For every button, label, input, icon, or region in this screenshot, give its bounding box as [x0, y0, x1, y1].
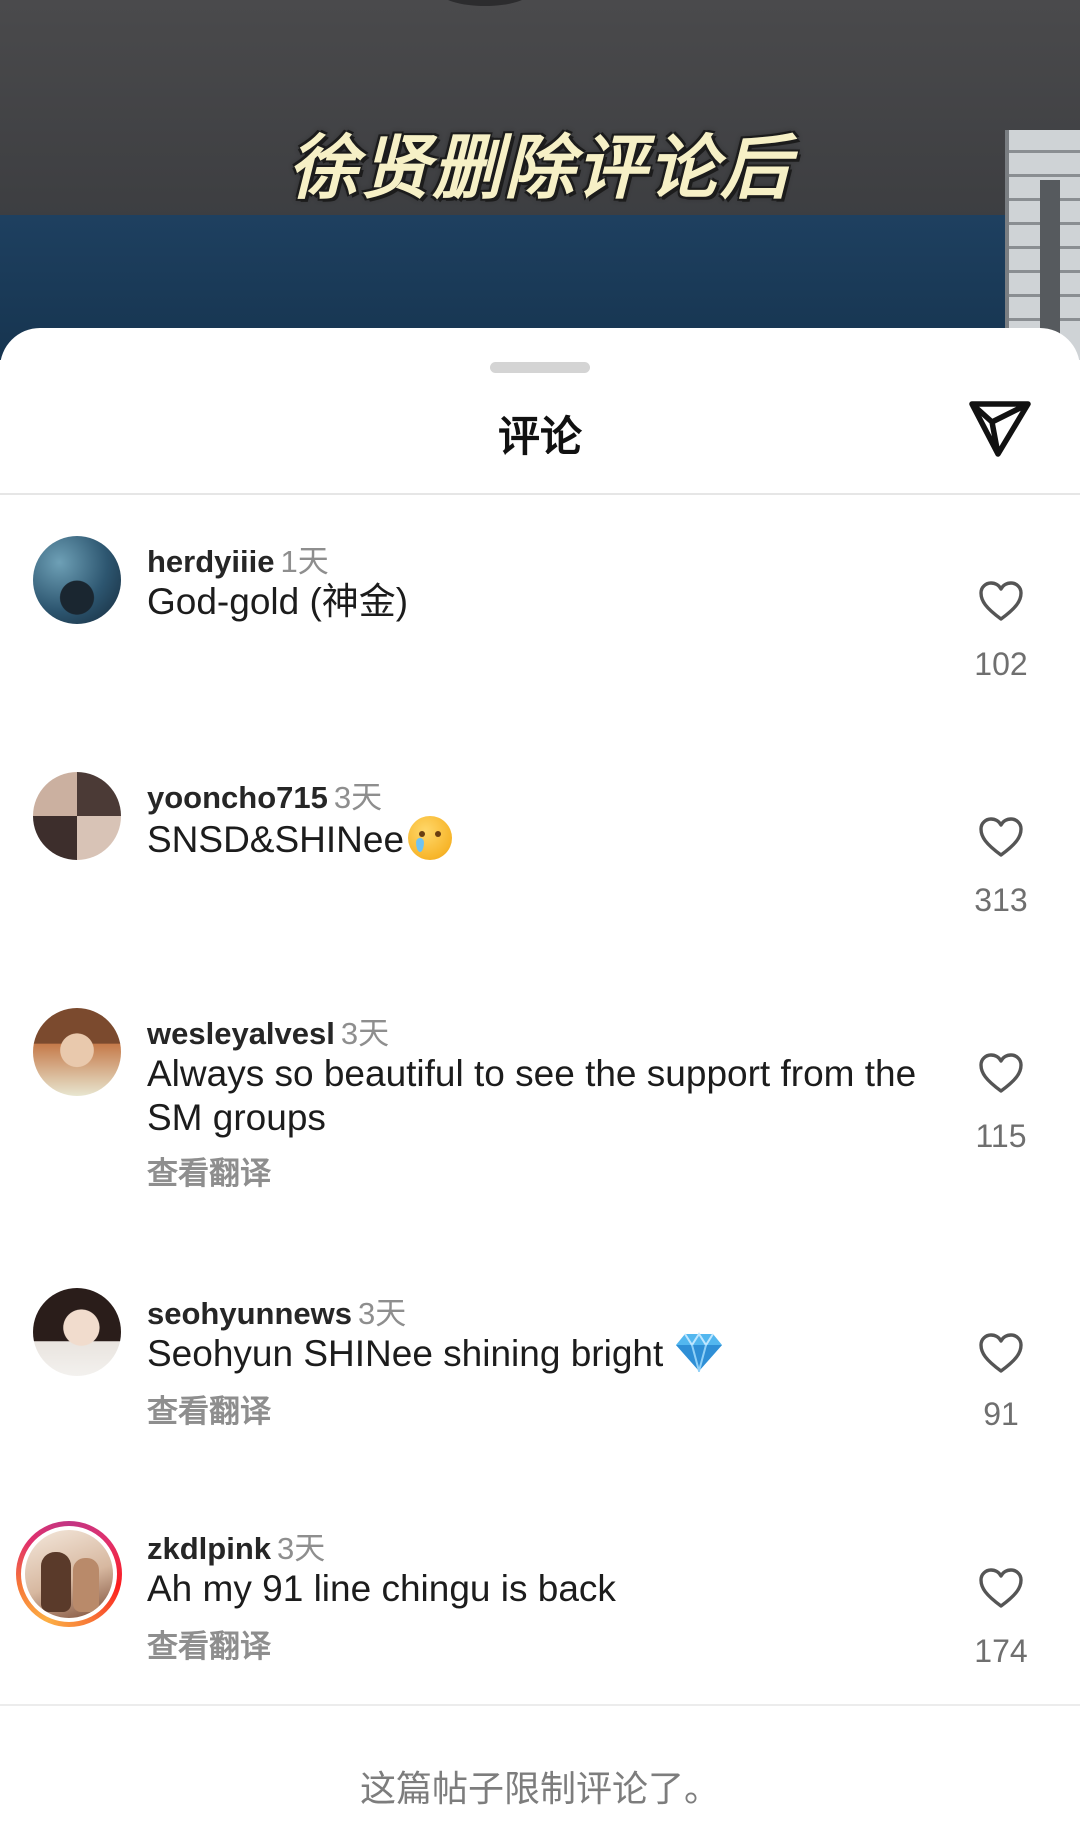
comment-text: SNSD&SHINee: [147, 819, 405, 860]
comment-item: yooncho715 3天 SNSD&SHINee 313: [0, 772, 1080, 972]
comment-text: Seohyun SHINee shining bright: [147, 1333, 664, 1374]
like-count: 91: [983, 1396, 1019, 1432]
comments-sheet: 评论 herdyiiie 1天 God-gold (神金) 102 yooncho…: [0, 328, 1080, 1825]
avatar[interactable]: [33, 1008, 121, 1096]
sheet-title: 评论: [497, 412, 582, 461]
header-divider: [0, 493, 1080, 495]
send-icon[interactable]: [968, 400, 1032, 458]
comment-time: 3天: [358, 1296, 407, 1331]
comment-username[interactable]: seohyunnews: [147, 1296, 352, 1331]
crying-face-emoji: [408, 816, 453, 860]
heart-icon[interactable]: [978, 1052, 1024, 1094]
avatar[interactable]: [33, 1288, 121, 1376]
comment-text: God-gold (神金): [147, 581, 409, 622]
heart-icon[interactable]: [978, 816, 1024, 858]
heart-icon[interactable]: [978, 1332, 1024, 1374]
like-count: 174: [974, 1633, 1028, 1669]
comment-header: seohyunnews 3天: [147, 1288, 406, 1333]
comments-restricted-notice: 这篇帖子限制评论了。: [359, 1769, 720, 1810]
see-translation-link[interactable]: 查看翻译: [147, 1621, 271, 1666]
comment-header: herdyiiie 1天: [147, 536, 329, 581]
see-translation-link[interactable]: 查看翻译: [147, 1386, 271, 1431]
heart-icon[interactable]: [978, 580, 1024, 622]
comment-item: zkdlpink 3天 Ah my 91 line chingu is back …: [0, 1521, 1080, 1703]
comment-username[interactable]: yooncho715: [147, 780, 328, 815]
comment-header: zkdlpink 3天: [147, 1523, 325, 1568]
comment-username[interactable]: herdyiiie: [147, 544, 275, 579]
comment-text-row: Seohyun SHINee shining bright: [147, 1332, 947, 1376]
comment-time: 1天: [280, 544, 329, 579]
comment-item: herdyiiie 1天 God-gold (神金) 102: [0, 536, 1080, 736]
comment-header: wesleyalvesl 3天: [147, 1008, 389, 1053]
video-overlay-title: 徐贤删除评论后: [288, 127, 792, 209]
comment-username[interactable]: zkdlpink: [147, 1531, 271, 1566]
like-count: 115: [975, 1118, 1027, 1154]
sheet-drag-handle[interactable]: [490, 362, 590, 373]
comment-item: seohyunnews 3天 Seohyun SHINee shining bri…: [0, 1288, 1080, 1508]
video-background[interactable]: 徐贤删除评论后: [0, 0, 1080, 360]
comment-header: yooncho715 3天: [147, 772, 382, 817]
avatar-with-story-ring[interactable]: [16, 1521, 122, 1627]
comment-time: 3天: [333, 780, 383, 815]
comment-item: wesleyalvesl 3天 Always so beautiful to se…: [0, 1008, 1080, 1248]
avatar[interactable]: [33, 536, 121, 624]
gem-emoji: [676, 1332, 723, 1372]
comment-text-row: SNSD&SHINee: [147, 816, 947, 862]
comment-time: 3天: [277, 1531, 326, 1566]
see-translation-link[interactable]: 查看翻译: [147, 1148, 271, 1193]
footer-divider: [0, 1704, 1080, 1706]
ceiling-lamp: [440, 0, 530, 6]
comment-time: 3天: [340, 1016, 390, 1051]
comments-screen: 徐贤删除评论后 评论 herdyiiie 1天 God-gold (神金) 102…: [0, 0, 1080, 1825]
comment-username[interactable]: wesleyalvesl: [147, 1016, 335, 1051]
like-count: 102: [974, 646, 1028, 682]
avatar[interactable]: [33, 772, 121, 860]
like-count: 313: [974, 882, 1028, 918]
comment-text: Ah my 91 line chingu is back: [147, 1568, 616, 1609]
heart-icon[interactable]: [978, 1567, 1024, 1609]
comment-text: Always so beautiful to see the support f…: [147, 1053, 917, 1138]
